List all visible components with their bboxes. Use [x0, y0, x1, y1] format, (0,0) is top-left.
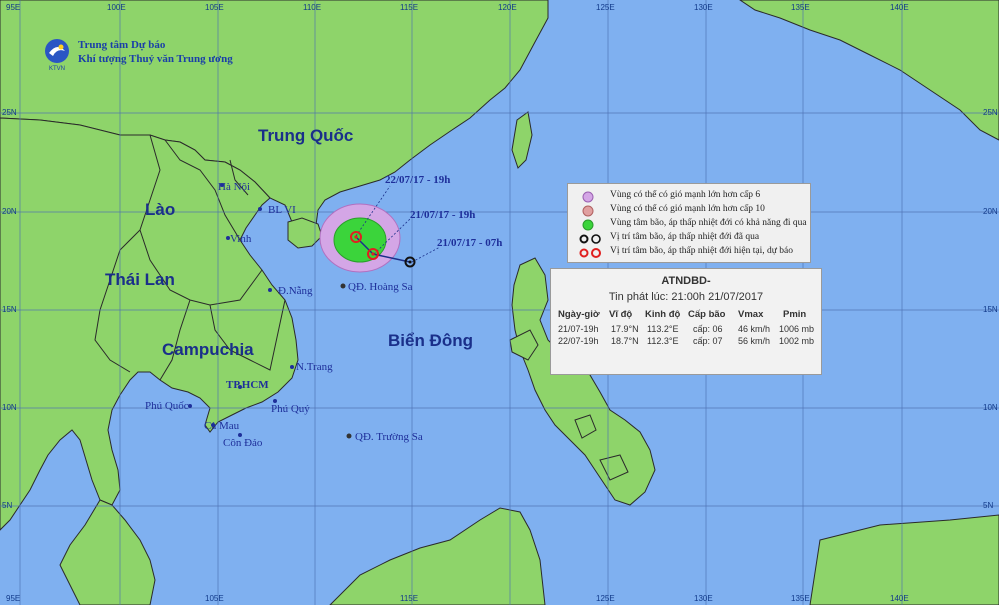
place-vinh: Vinh [230, 233, 252, 245]
lat-tick: 10N [983, 403, 998, 412]
legend-item: Vùng có thể có gió mạnh lớn hơn cấp 6 [568, 190, 810, 203]
bulletin-issued-time: Tin phát lúc: 21:00h 21/07/2017 [608, 291, 764, 303]
track-label-current: 21/07/17 - 07h [437, 237, 503, 249]
place-hcm: TP.HCM [226, 379, 269, 391]
red-circle-icon [582, 205, 594, 217]
table-cell: 18.7°N [611, 336, 639, 346]
legend-text: Vùng tâm bão, áp thấp nhiệt đới có khả n… [610, 218, 807, 228]
track-label-24h: 22/07/17 - 19h [385, 174, 451, 186]
org-name-line2: Khí tượng Thuỷ văn Trung ương [78, 53, 233, 65]
lon-tick: 110E [303, 3, 322, 12]
bulletin-title: ATNDBD- [661, 275, 711, 287]
region-laos: Lào [145, 200, 176, 219]
legend-text: Vùng có thể có gió mạnh lớn hơn cấp 6 [610, 190, 761, 200]
table-cell: 46 km/h [738, 324, 771, 334]
place-nha-trang: N.Trang [296, 361, 333, 373]
region-thailand: Thái Lan [105, 270, 175, 289]
lon-tick: 95E [6, 3, 21, 12]
lon-tick: 125E [596, 594, 615, 603]
org-name-line1: Trung tâm Dự báo [78, 39, 166, 51]
lat-tick: 15N [983, 305, 998, 314]
black-storm-icon [579, 234, 601, 244]
region-china: Trung Quốc [258, 126, 354, 145]
table-cell: 113.2°E [647, 324, 679, 334]
lon-tick: 140E [890, 3, 909, 12]
place-truong-sa: QĐ. Trường Sa [355, 431, 423, 443]
table-cell: cấp: 07 [693, 336, 723, 346]
legend-item: Vùng tâm bão, áp thấp nhiệt đới có khả n… [568, 218, 810, 231]
table-header: Cấp bão [688, 309, 726, 320]
lat-tick: 5N [983, 501, 994, 510]
table-cell: 22/07-19h [558, 336, 599, 346]
lon-tick: 120E [498, 3, 517, 12]
lon-tick: 105E [205, 594, 224, 603]
purple-circle-icon [582, 191, 594, 203]
place-da-nang: Đ.Nẵng [278, 285, 313, 297]
lon-tick: 135E [791, 3, 810, 12]
ktvn-logo-icon: KTVN [45, 39, 69, 72]
lon-tick: 95E [6, 594, 21, 603]
legend-item: Vị trí tâm bão, áp thấp nhiệt đới đã qua [568, 232, 810, 245]
lon-tick: 105E [205, 3, 224, 12]
place-phu-quy: Phú Quý [271, 403, 310, 415]
place-hoang-sa: QĐ. Hoàng Sa [348, 281, 413, 293]
weather-map [0, 0, 999, 605]
table-cell: 1006 mb [779, 324, 815, 334]
lon-tick: 130E [694, 594, 713, 603]
track-label-12h: 21/07/17 - 19h [410, 209, 476, 221]
legend-text: Vị trí tâm bão, áp thấp nhiệt đới đã qua [610, 232, 760, 242]
lat-tick: 20N [983, 207, 998, 216]
table-header: Ngày-giờ [558, 309, 600, 320]
lat-tick: 15N [2, 305, 17, 314]
lon-tick: 140E [890, 594, 909, 603]
lon-tick: 115E [400, 594, 419, 603]
place-phu-quoc: Phú Quốc [145, 400, 189, 412]
lon-tick: 135E [791, 594, 810, 603]
legend-text: Vùng có thể có gió mạnh lớn hơn cấp 10 [610, 204, 765, 214]
lon-tick: 125E [596, 3, 615, 12]
place-ca-mau: Cà Mau [204, 420, 240, 432]
red-storm-icon [579, 248, 601, 258]
lat-tick: 25N [983, 108, 998, 117]
place-con-dao: Côn Đảo [223, 437, 263, 449]
table-cell: 56 km/h [738, 336, 771, 346]
lon-tick: 130E [694, 3, 713, 12]
table-cell: 21/07-19h [558, 324, 599, 334]
legend-item: Vùng có thể có gió mạnh lớn hơn cấp 10 [568, 204, 810, 217]
lon-tick: 115E [400, 3, 419, 12]
lat-tick: 25N [2, 108, 17, 117]
green-circle-icon [582, 219, 594, 231]
table-header: Vmax [738, 309, 764, 320]
table-header: Pmin [783, 309, 807, 320]
table-cell: 1002 mb [779, 336, 815, 346]
table-cell: cấp: 06 [693, 324, 723, 334]
region-cambodia: Campuchia [162, 340, 254, 359]
table-header: Vĩ độ [609, 309, 633, 320]
svg-text:KTVN: KTVN [49, 66, 65, 72]
bulletin-panel: ATNDBD- Tin phát lúc: 21:00h 21/07/2017 … [550, 268, 822, 375]
region-east-sea: Biển Đông [388, 331, 473, 350]
table-cell: 112.3°E [647, 336, 679, 346]
lat-tick: 10N [2, 403, 17, 412]
legend-text: Vị trí tâm bão, áp thấp nhiệt đới hiện t… [610, 246, 793, 256]
lon-tick: 100E [107, 3, 126, 12]
organization-header: KTVN Trung tâm Dự báo Khí tượng Thuỷ văn… [42, 38, 233, 72]
map-legend: Vùng có thể có gió mạnh lớn hơn cấp 6 Vù… [567, 183, 811, 263]
legend-item: Vị trí tâm bão, áp thấp nhiệt đới hiện t… [568, 246, 810, 259]
lat-tick: 5N [2, 501, 13, 510]
place-bach-long-vi: BL VI [268, 204, 296, 216]
table-header: Kinh độ [645, 309, 681, 320]
place-hanoi: Hà Nội [218, 181, 251, 193]
table-cell: 17.9°N [611, 324, 639, 334]
lat-tick: 20N [2, 207, 17, 216]
